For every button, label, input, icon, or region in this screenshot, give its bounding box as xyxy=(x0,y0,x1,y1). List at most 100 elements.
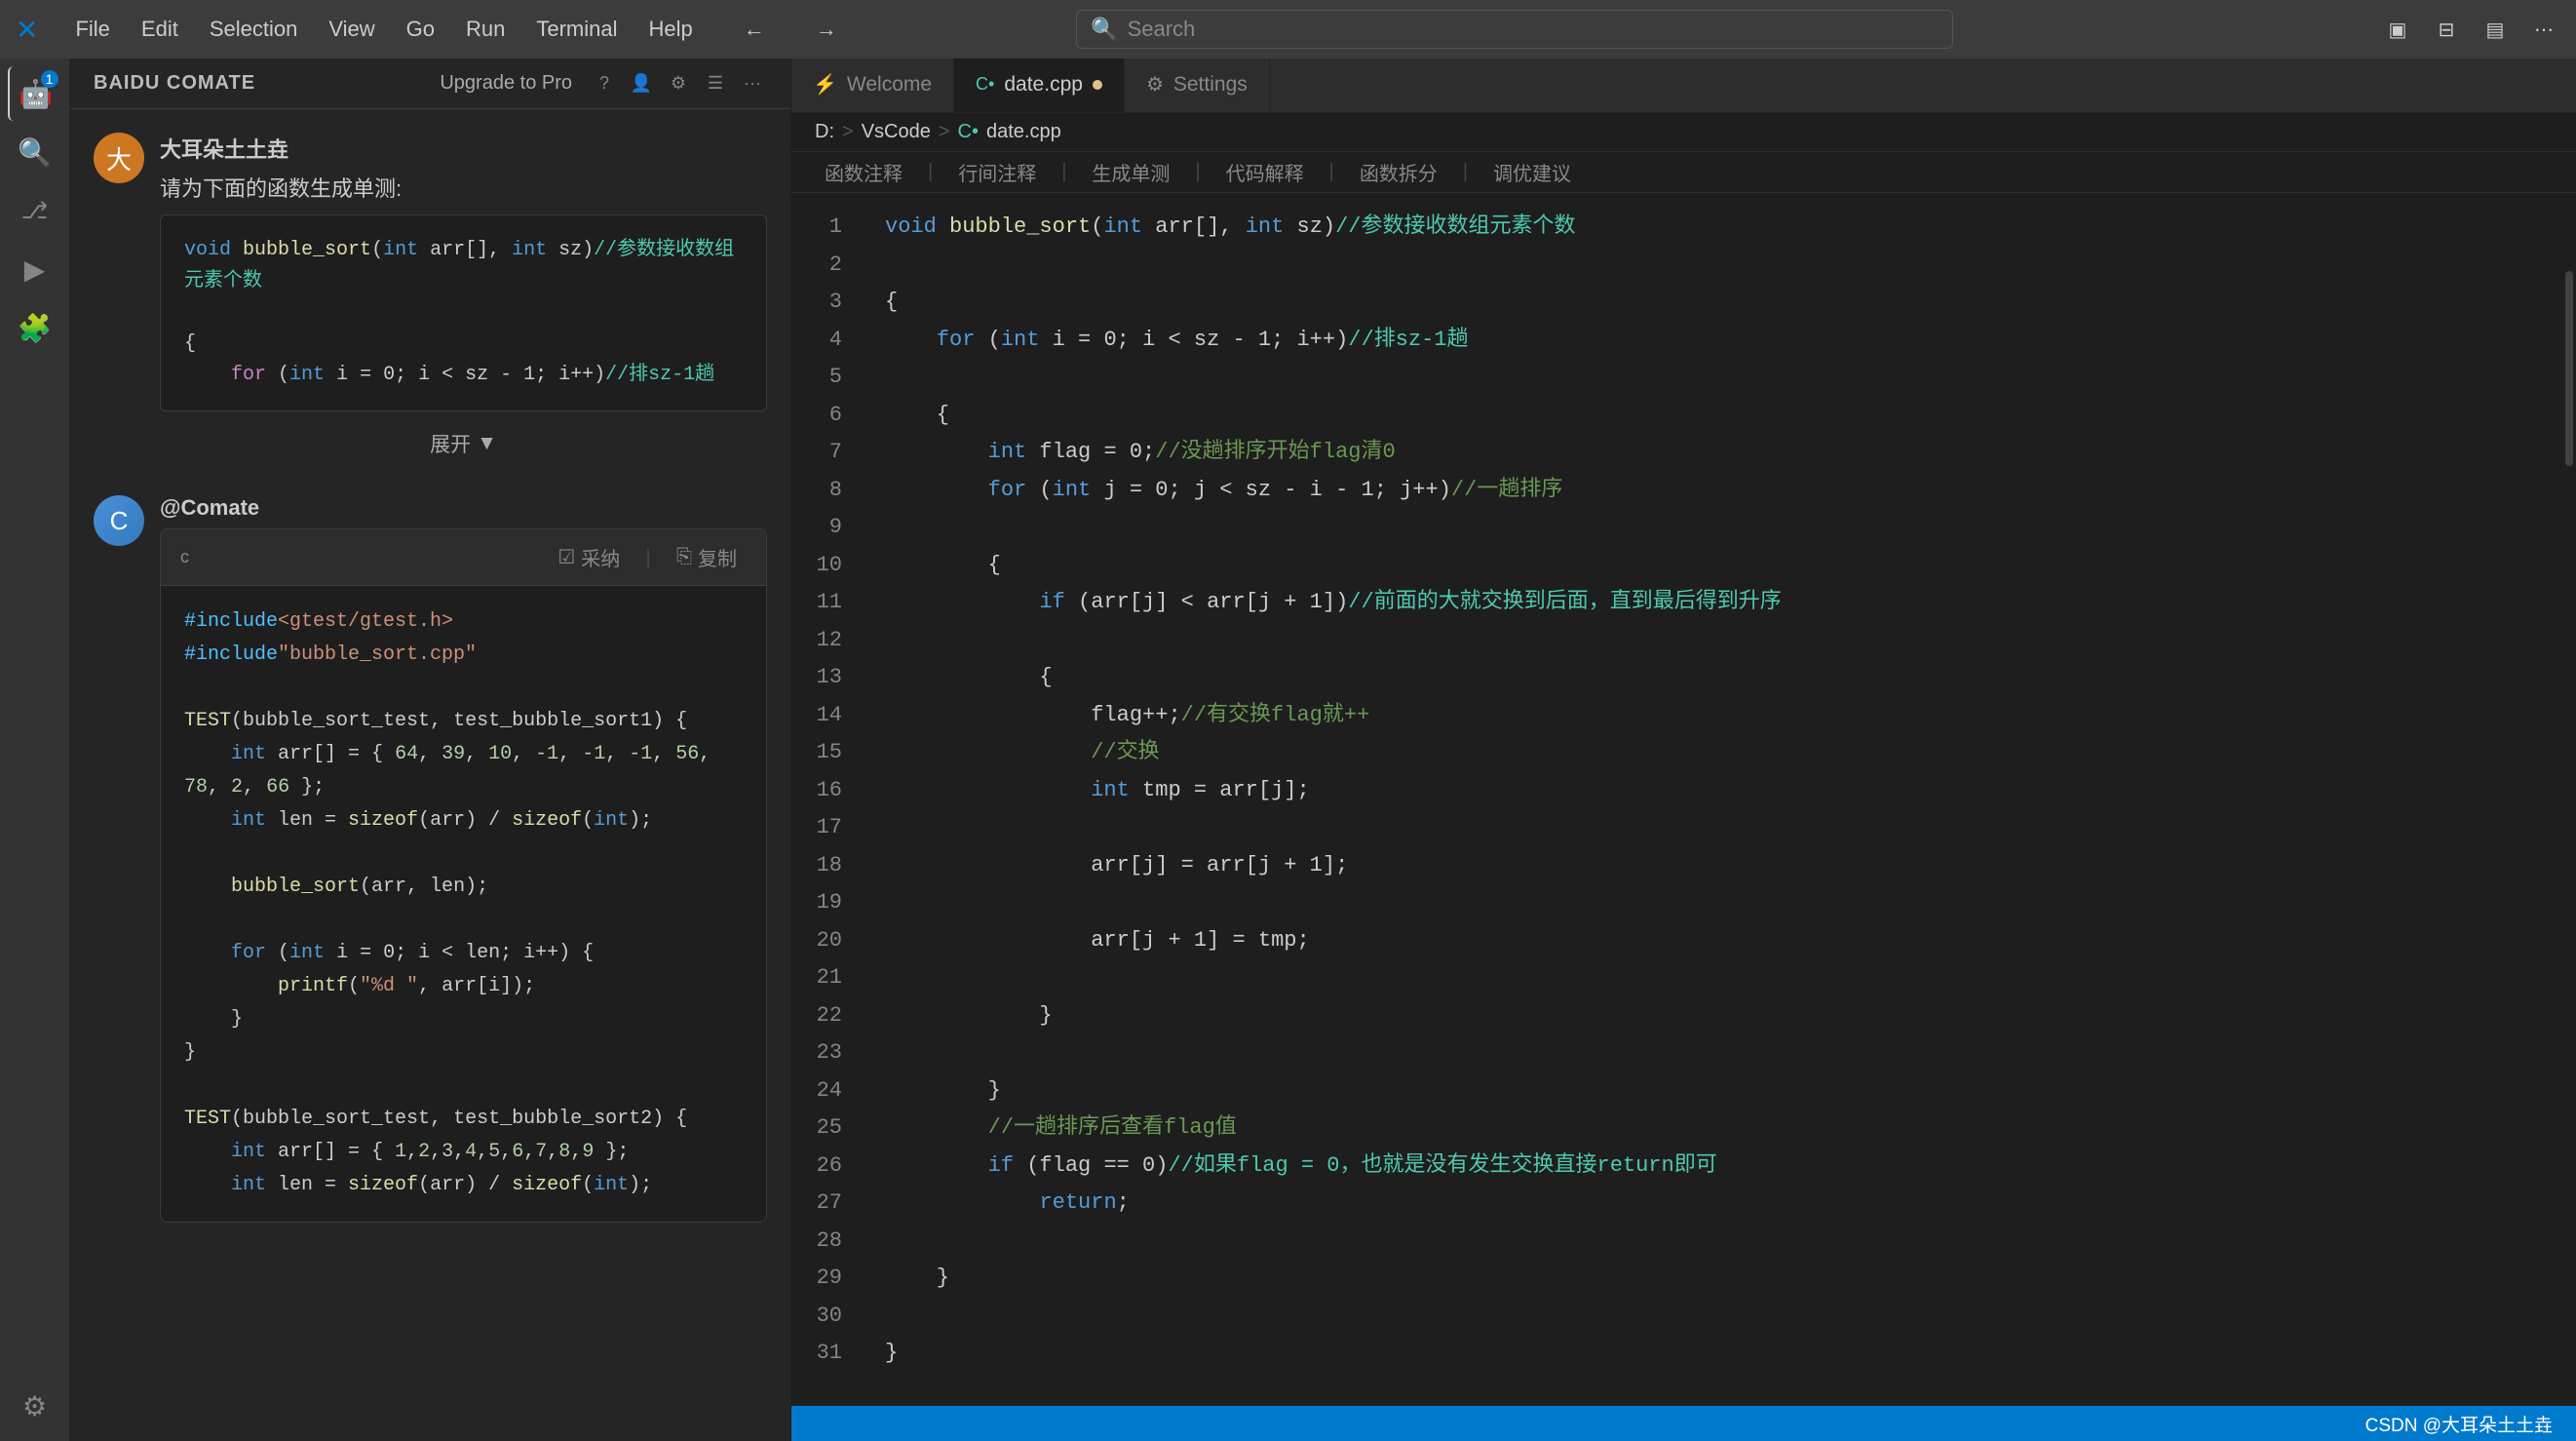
editor-toolbar: 函数注释 | 行间注释 | 生成单测 | 代码解释 | 函数拆分 | 调优建议 xyxy=(791,152,2576,193)
copy-icon: ⎘ xyxy=(676,546,692,568)
nav-back[interactable]: ← xyxy=(730,13,779,46)
menu-run[interactable]: Run xyxy=(452,13,519,46)
code-resp-line-1: #include<gtest/gtest.h> xyxy=(184,605,743,639)
line-18: arr[j] = arr[j + 1]; xyxy=(885,847,2539,885)
scrollbar-thumb[interactable] xyxy=(2565,271,2573,466)
adopt-button[interactable]: ☑ 采纳 xyxy=(548,539,630,575)
comate-sidebar: BAIDU COMATE Upgrade to Pro ? 👤 ⚙ ☰ ··· … xyxy=(70,58,791,1441)
line-11: if (arr[j] < arr[j + 1])//前面的大就交换到后面，直到最… xyxy=(885,584,2539,622)
editor-scrollbar[interactable] xyxy=(2562,193,2576,1406)
line-2 xyxy=(885,247,2539,285)
menu-terminal[interactable]: Terminal xyxy=(522,13,631,46)
titlebar: ✕ File Edit Selection View Go Run Termin… xyxy=(0,0,2576,58)
tab-welcome[interactable]: ⚡ Welcome xyxy=(791,58,954,112)
comate-badge: 1 xyxy=(41,70,58,88)
breadcrumb-vscode[interactable]: VsCode xyxy=(862,121,931,143)
tab-settings-label: Settings xyxy=(1173,73,1248,97)
code-resp-line-2: #include"bubble_sort.cpp" xyxy=(184,639,743,672)
comate-avatar: C xyxy=(94,495,144,546)
layout-icon[interactable]: ⊟ xyxy=(2430,13,2463,46)
code-line-4: for (int i = 0; i < sz - 1; i++)//排sz-1趟 xyxy=(184,360,743,391)
activity-run[interactable]: ▶ xyxy=(8,242,62,296)
search-bar[interactable]: 🔍 Search xyxy=(1076,10,1953,49)
line-24: } xyxy=(885,1072,2539,1110)
username-label: 大耳朵土土垚 xyxy=(160,133,767,164)
code-resp-line-15: TEST(bubble_sort_test, test_bubble_sort2… xyxy=(184,1103,743,1136)
breadcrumb-file[interactable]: date.cpp xyxy=(986,121,1061,143)
more-dots-icon[interactable]: ··· xyxy=(738,69,767,98)
response-code-box: c ☑ 采纳 | ⎘ 复制 xyxy=(160,528,767,1223)
activity-extensions[interactable]: 🧩 xyxy=(8,300,62,355)
function-split-btn[interactable]: 函数拆分 xyxy=(1350,155,1447,189)
line-numbers: 1 2 3 4 5 6 7 8 9 10 11 12 13 14 15 16 1… xyxy=(791,193,862,1406)
line-8: for (int j = 0; j < sz - i - 1; j++)//一趟… xyxy=(885,472,2539,510)
breadcrumb-cpp-icon: C• xyxy=(958,121,979,143)
tab-bar: ⚡ Welcome C• date.cpp ⚙ Settings xyxy=(791,58,2576,113)
expand-button[interactable]: 展开 ▼ xyxy=(160,419,767,468)
search-label: Search xyxy=(1128,17,1196,42)
gear-icon[interactable]: ⚙ xyxy=(664,69,693,98)
code-resp-line-14 xyxy=(184,1070,743,1103)
line-1: void bubble_sort(int arr[], int sz)//参数接… xyxy=(885,209,2539,247)
activity-bar: 🤖 1 🔍 ⎇ ▶ 🧩 ⚙ xyxy=(0,58,70,1441)
line-7: int flag = 0;//没趟排序开始flag清0 xyxy=(885,434,2539,472)
function-comment-btn[interactable]: 函数注释 xyxy=(815,155,912,189)
response-header: c ☑ 采纳 | ⎘ 复制 xyxy=(161,529,766,586)
chat-content: 大 大耳朵土土垚 请为下面的函数生成单测: void bubble_sort(i… xyxy=(70,109,790,1441)
menu-view[interactable]: View xyxy=(315,13,388,46)
activity-settings[interactable]: ⚙ xyxy=(8,1379,62,1433)
user-message: 大 大耳朵土土垚 请为下面的函数生成单测: void bubble_sort(i… xyxy=(94,133,767,468)
upgrade-button[interactable]: Upgrade to Pro xyxy=(430,69,582,98)
explain-code-btn[interactable]: 代码解释 xyxy=(1216,155,1314,189)
menu-edit[interactable]: Edit xyxy=(128,13,192,46)
menu-file[interactable]: File xyxy=(61,13,123,46)
settings-tab-icon: ⚙ xyxy=(1146,72,1164,97)
line-22: } xyxy=(885,997,2539,1035)
check-icon: ☑ xyxy=(557,545,575,569)
status-attribution: CSDN @大耳朵土土垚 xyxy=(2365,1411,2553,1437)
activity-comate[interactable]: 🤖 1 xyxy=(8,66,62,121)
panel-toggle-icon[interactable]: ▣ xyxy=(2381,13,2414,46)
nav-forward[interactable]: → xyxy=(802,13,851,46)
sidebar-toggle-icon[interactable]: ▤ xyxy=(2479,13,2512,46)
sidebar-header: BAIDU COMATE Upgrade to Pro ? 👤 ⚙ ☰ ··· xyxy=(70,58,790,109)
activity-search[interactable]: 🔍 xyxy=(8,125,62,179)
code-resp-line-13: } xyxy=(184,1036,743,1070)
menu-bar: File Edit Selection View Go Run Terminal… xyxy=(61,13,706,46)
list-icon[interactable]: ☰ xyxy=(701,69,730,98)
copy-label: 复制 xyxy=(698,543,737,571)
line-27: return; xyxy=(885,1185,2539,1223)
breadcrumb-d[interactable]: D: xyxy=(815,121,834,143)
code-resp-line-8: bubble_sort(arr, len); xyxy=(184,871,743,904)
tab-settings[interactable]: ⚙ Settings xyxy=(1125,58,1270,112)
sidebar-title-label: BAIDU COMATE xyxy=(94,72,255,95)
menu-help[interactable]: Help xyxy=(635,13,707,46)
line-16: int tmp = arr[j]; xyxy=(885,772,2539,810)
user-icon[interactable]: 👤 xyxy=(627,69,656,98)
optimize-btn[interactable]: 调优建议 xyxy=(1483,155,1581,189)
menu-go[interactable]: Go xyxy=(393,13,448,46)
editor-area: ⚡ Welcome C• date.cpp ⚙ Settings D: > Vs… xyxy=(791,58,2576,1441)
more-icon[interactable]: ⋯ xyxy=(2527,13,2560,46)
code-resp-line-9 xyxy=(184,904,743,937)
generate-test-btn[interactable]: 生成单测 xyxy=(1082,155,1179,189)
activity-source-control[interactable]: ⎇ xyxy=(8,183,62,238)
user-message-body: 大耳朵土土垚 请为下面的函数生成单测: void bubble_sort(int… xyxy=(160,133,767,468)
code-resp-line-16: int arr[] = { 1,2,3,4,5,6,7,8,9 }; xyxy=(184,1136,743,1169)
code-line-3: { xyxy=(184,329,743,360)
line-31: } xyxy=(885,1335,2539,1373)
line-comment-btn[interactable]: 行间注释 xyxy=(948,155,1046,189)
avatar-text: 大 xyxy=(106,140,132,176)
copy-button[interactable]: ⎘ 复制 xyxy=(667,539,747,575)
menu-selection[interactable]: Selection xyxy=(196,13,312,46)
sidebar-action-buttons: Upgrade to Pro ? 👤 ⚙ ☰ ··· xyxy=(430,69,767,98)
help-icon[interactable]: ? xyxy=(590,69,619,98)
code-content[interactable]: void bubble_sort(int arr[], int sz)//参数接… xyxy=(862,193,2562,1406)
tab-datecpp[interactable]: C• date.cpp xyxy=(954,58,1125,112)
line-15: //交换 xyxy=(885,734,2539,772)
code-resp-line-12: } xyxy=(184,1003,743,1036)
line-19 xyxy=(885,884,2539,922)
code-resp-line-4: TEST(bubble_sort_test, test_bubble_sort1… xyxy=(184,705,743,738)
response-action-buttons: ☑ 采纳 | ⎘ 复制 xyxy=(548,539,747,575)
status-right: CSDN @大耳朵土土垚 xyxy=(2365,1411,2553,1437)
